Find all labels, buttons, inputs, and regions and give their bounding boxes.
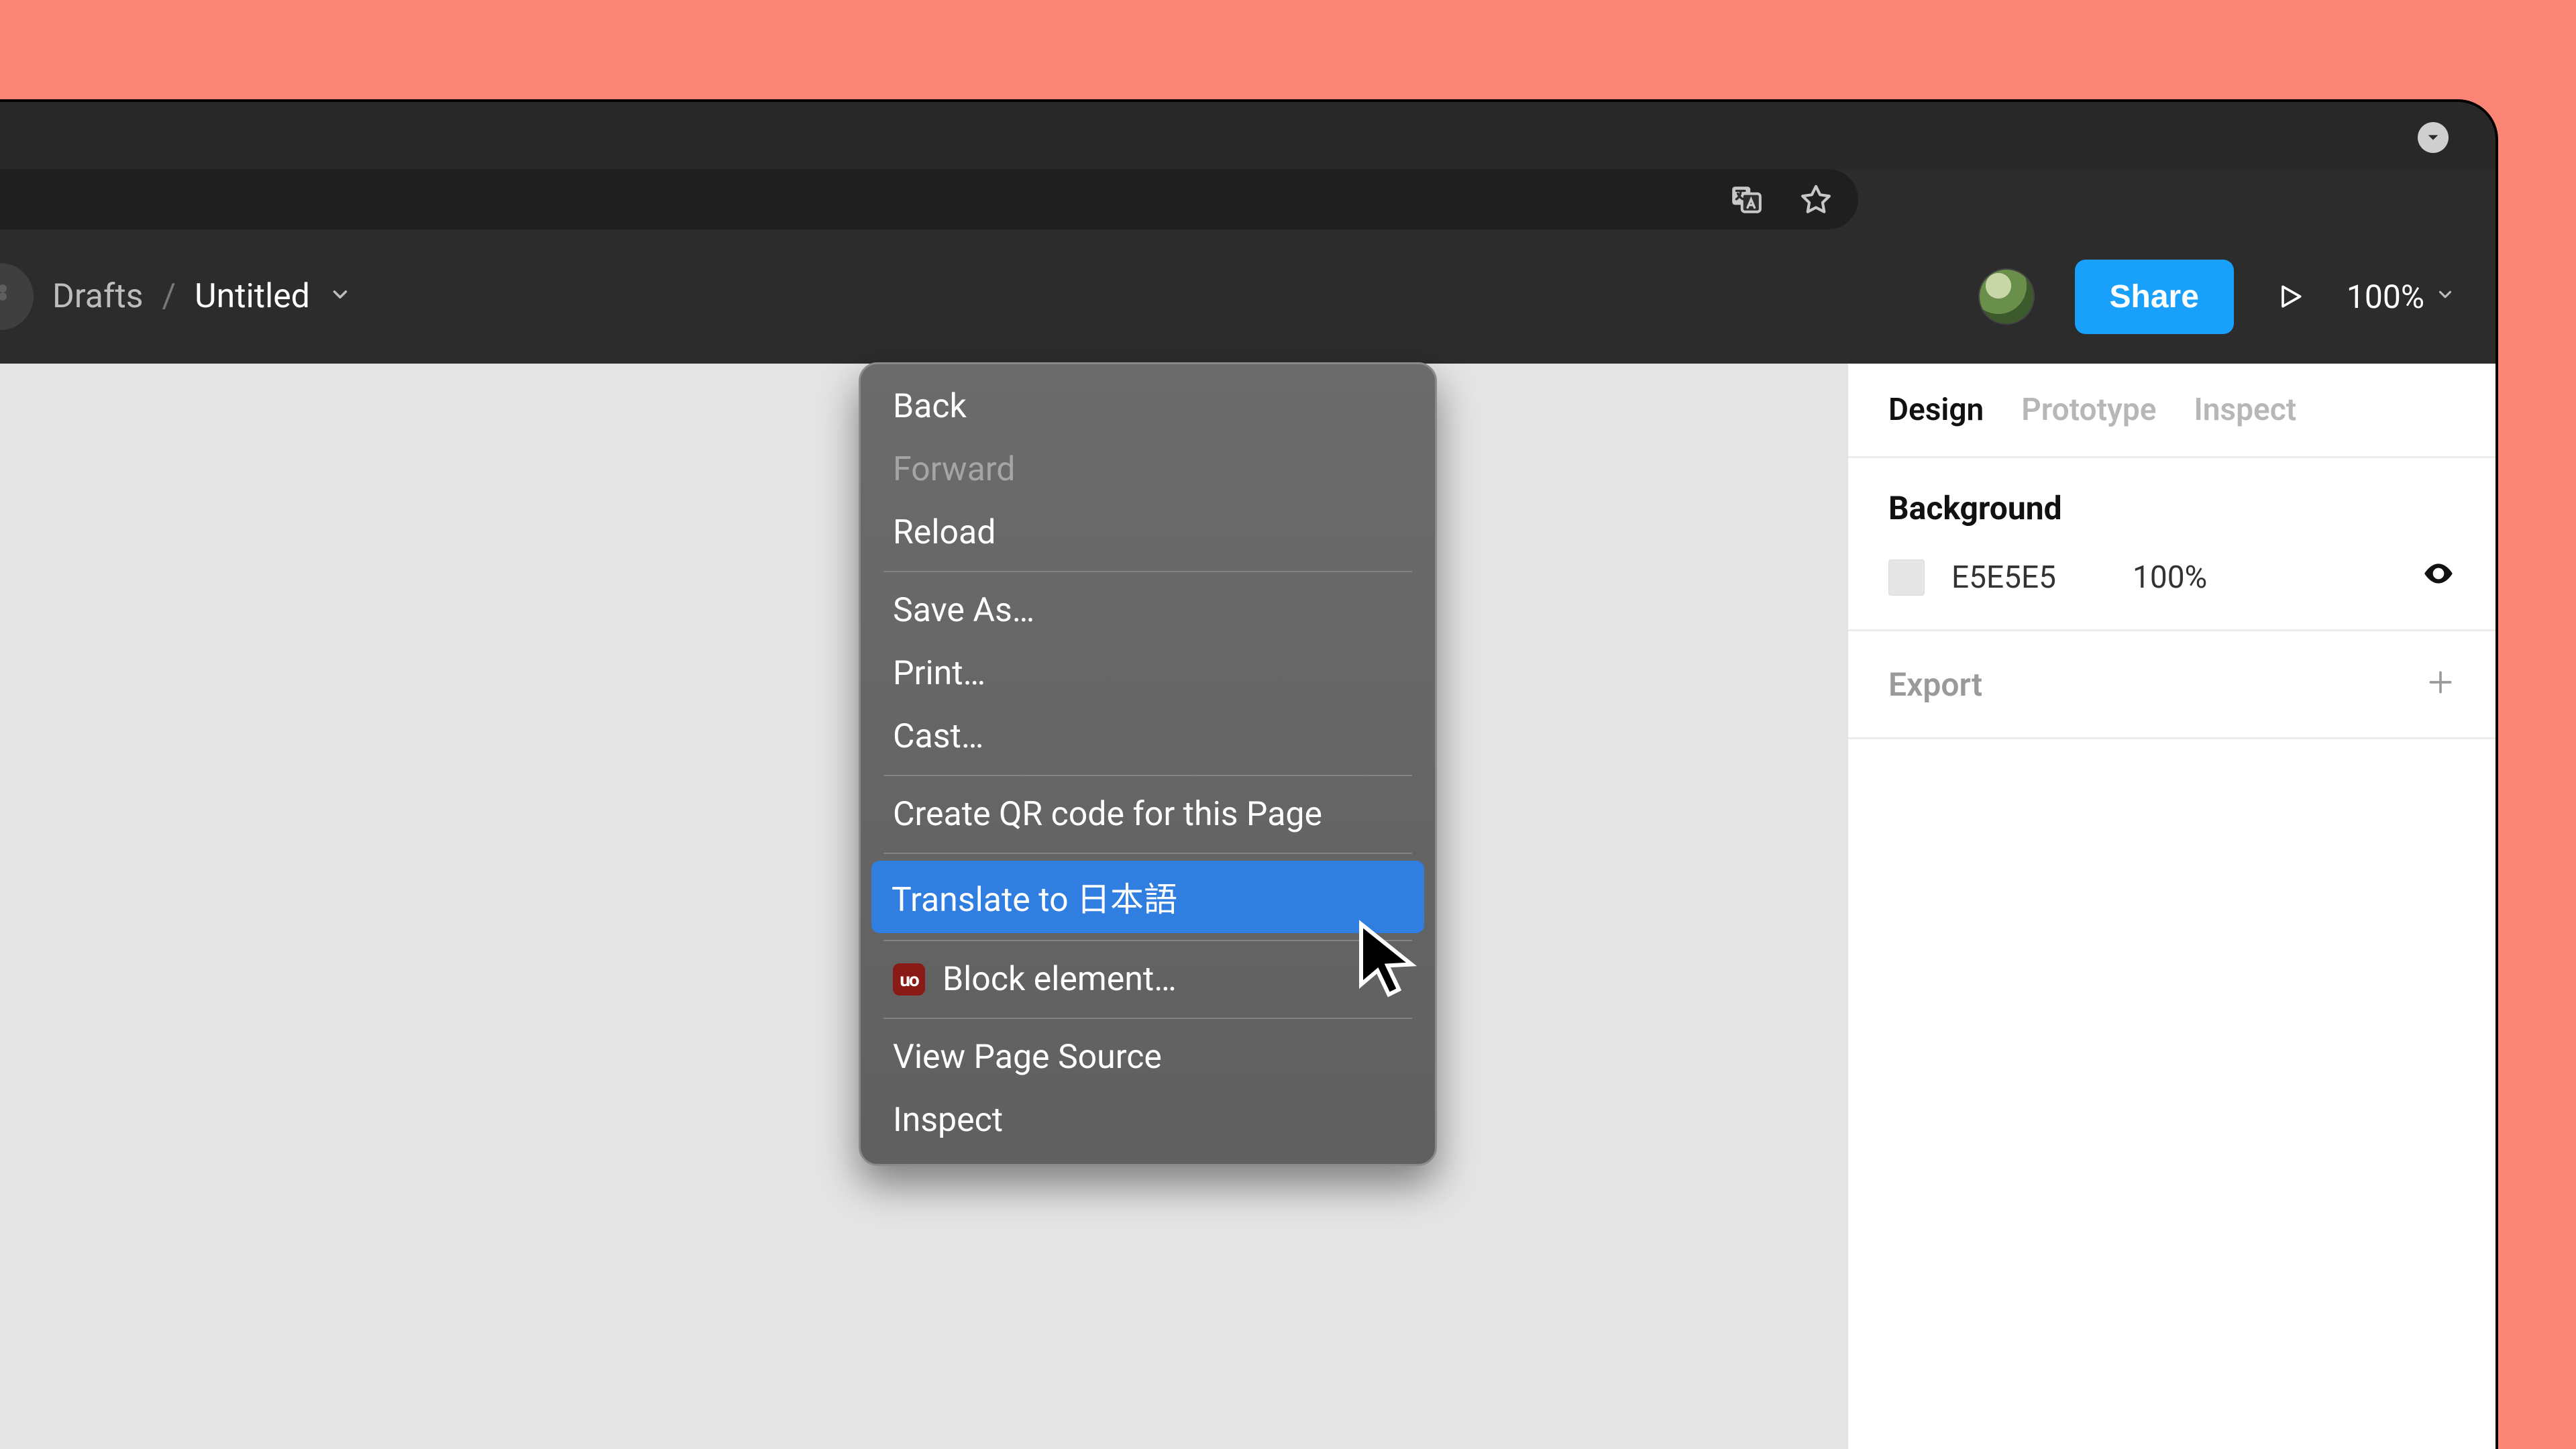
translate-icon[interactable] bbox=[1729, 182, 1763, 216]
background-row[interactable]: E5E5E5 100% bbox=[1888, 557, 2455, 598]
right-panel: Design Prototype Inspect Background E5E5… bbox=[1846, 364, 2496, 1449]
ctx-separator bbox=[883, 1018, 1412, 1019]
browser-titlebar bbox=[0, 102, 2496, 169]
ctx-forward: Forward bbox=[873, 438, 1423, 501]
browser-urlbar bbox=[0, 169, 2496, 229]
add-export-button[interactable] bbox=[2426, 662, 2455, 706]
chevron-down-icon bbox=[2426, 130, 2440, 145]
zoom-value: 100% bbox=[2347, 278, 2424, 316]
present-button[interactable] bbox=[2274, 280, 2306, 313]
ctx-block-label: Block element… bbox=[943, 960, 1177, 999]
tab-prototype[interactable]: Prototype bbox=[2021, 392, 2156, 428]
figma-toolbar: Drafts / Untitled Share 100% bbox=[0, 229, 2496, 364]
ctx-separator bbox=[883, 571, 1412, 572]
tab-design[interactable]: Design bbox=[1888, 392, 1984, 428]
ublock-icon: uo bbox=[893, 963, 925, 996]
ctx-print[interactable]: Print… bbox=[873, 642, 1423, 705]
ctx-cast[interactable]: Cast… bbox=[873, 705, 1423, 768]
ctx-translate[interactable]: Translate to 日本語 bbox=[871, 861, 1424, 933]
context-menu: Back Forward Reload Save As… Print… Cast… bbox=[859, 362, 1437, 1166]
zoom-control[interactable]: 100% bbox=[2347, 278, 2455, 316]
breadcrumb-file[interactable]: Untitled bbox=[195, 277, 310, 316]
ctx-back[interactable]: Back bbox=[873, 375, 1423, 438]
figma-menu-button[interactable] bbox=[0, 263, 34, 330]
breadcrumb-folder[interactable]: Drafts bbox=[52, 277, 144, 316]
eye-icon bbox=[2422, 557, 2455, 590]
tab-inspect[interactable]: Inspect bbox=[2194, 392, 2297, 428]
plus-icon bbox=[2426, 667, 2455, 697]
background-title: Background bbox=[1888, 489, 2455, 527]
ctx-qr[interactable]: Create QR code for this Page bbox=[873, 783, 1423, 846]
avatar[interactable] bbox=[1978, 268, 2035, 325]
panel-tabs: Design Prototype Inspect bbox=[1848, 364, 2496, 458]
chevron-down-icon bbox=[2435, 282, 2455, 311]
ctx-separator bbox=[883, 775, 1412, 776]
share-button[interactable]: Share bbox=[2075, 260, 2234, 334]
ctx-inspect[interactable]: Inspect bbox=[873, 1089, 1423, 1152]
play-icon bbox=[2275, 282, 2305, 311]
ctx-save-as[interactable]: Save As… bbox=[873, 579, 1423, 642]
chevron-down-icon[interactable] bbox=[329, 281, 352, 313]
background-hex[interactable]: E5E5E5 bbox=[1951, 559, 2106, 596]
export-title: Export bbox=[1888, 665, 1982, 704]
figma-logo-icon bbox=[0, 280, 16, 313]
ctx-reload[interactable]: Reload bbox=[873, 501, 1423, 564]
ctx-separator bbox=[883, 853, 1412, 854]
export-section[interactable]: Export bbox=[1848, 631, 2496, 739]
color-swatch[interactable] bbox=[1888, 559, 1925, 596]
breadcrumb[interactable]: Drafts / Untitled bbox=[52, 277, 352, 316]
ctx-block-element[interactable]: uo Block element… bbox=[873, 948, 1423, 1011]
ctx-separator bbox=[883, 940, 1412, 941]
breadcrumb-sep: / bbox=[162, 277, 176, 316]
background-opacity[interactable]: 100% bbox=[2133, 559, 2267, 596]
visibility-toggle[interactable] bbox=[2422, 557, 2455, 598]
star-icon[interactable] bbox=[1799, 182, 1833, 216]
ctx-view-source[interactable]: View Page Source bbox=[873, 1026, 1423, 1089]
background-section: Background E5E5E5 100% bbox=[1848, 458, 2496, 631]
title-dropdown-button[interactable] bbox=[2418, 122, 2449, 153]
url-field[interactable] bbox=[0, 169, 1858, 229]
